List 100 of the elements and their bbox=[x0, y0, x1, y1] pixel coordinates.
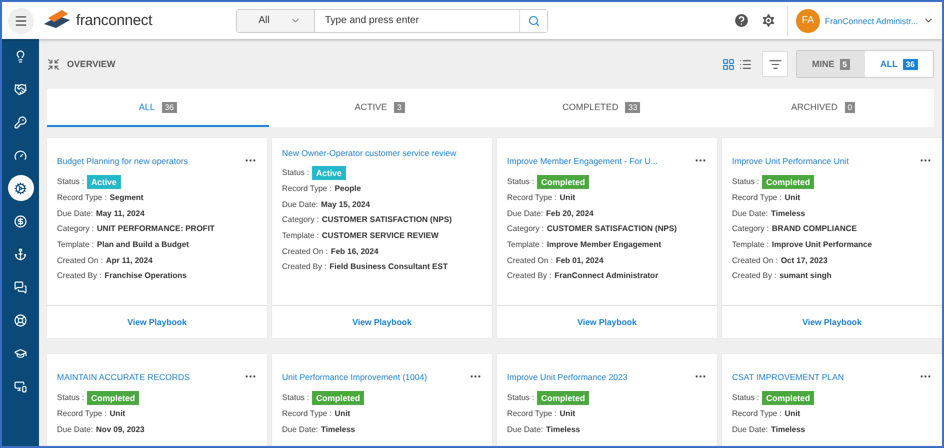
field-label: Created On : bbox=[282, 246, 328, 256]
page-title: OVERVIEW bbox=[67, 59, 116, 69]
field-value: Franchise Operations bbox=[104, 271, 187, 280]
list-view-icon[interactable] bbox=[737, 58, 754, 70]
status-tab[interactable]: COMPLETED 33 bbox=[490, 89, 712, 127]
scope-dropdown[interactable]: All bbox=[237, 10, 315, 32]
field-value: FranConnect Administrator bbox=[554, 271, 658, 280]
status-badge: Completed bbox=[537, 174, 590, 189]
field-value: Timeless bbox=[771, 208, 806, 218]
field-value: Feb 20, 2024 bbox=[546, 208, 594, 218]
status-badge: Active bbox=[312, 166, 346, 180]
gear-icon[interactable] bbox=[8, 175, 34, 201]
field-value: May 11, 2024 bbox=[96, 208, 145, 218]
field-value: BRAND COMPLIANCE bbox=[772, 224, 857, 234]
owner-toggle[interactable]: MINE 5 bbox=[797, 51, 865, 77]
field-label: Template : bbox=[507, 240, 544, 250]
field-value: Timeless bbox=[771, 424, 806, 434]
field-value: Feb 16, 2024 bbox=[330, 246, 378, 256]
field-value: People bbox=[334, 184, 361, 194]
logo-text: franconnect bbox=[76, 12, 152, 29]
field-label: Due Date: bbox=[507, 208, 544, 218]
field-label: Created On : bbox=[732, 256, 778, 265]
status-tab[interactable]: ACTIVE 3 bbox=[268, 89, 490, 127]
count-badge: 36 bbox=[902, 58, 918, 70]
playbook-title[interactable]: MAINTAIN ACCURATE RECORDS bbox=[57, 372, 190, 382]
settings-icon[interactable] bbox=[760, 12, 777, 29]
field-label: Created By : bbox=[57, 271, 102, 280]
field-label: Category : bbox=[282, 215, 319, 224]
help-icon[interactable] bbox=[732, 12, 750, 29]
field-value: Apr 11, 2024 bbox=[106, 256, 153, 265]
owner-toggle[interactable]: ALL 36 bbox=[865, 51, 933, 77]
status-badge: Active bbox=[87, 174, 121, 189]
field-label: Status : bbox=[732, 177, 760, 186]
field-value: Unit bbox=[334, 409, 350, 418]
field-value: CUSTOMER SERVICE REVIEW bbox=[322, 231, 439, 240]
view-playbook-link[interactable]: View Playbook bbox=[352, 317, 412, 327]
field-value: Unit bbox=[560, 193, 576, 202]
field-label: Record Type : bbox=[507, 193, 557, 202]
status-badge: Completed bbox=[87, 390, 140, 405]
field-label: Status : bbox=[507, 177, 534, 186]
field-value: Timeless bbox=[546, 424, 580, 434]
field-label: Status : bbox=[507, 393, 534, 402]
field-label: Due Date: bbox=[282, 424, 318, 434]
menu-button[interactable] bbox=[8, 8, 34, 34]
playbook-title[interactable]: CSAT IMPROVEMENT PLAN bbox=[732, 372, 844, 382]
field-label: Created By : bbox=[282, 262, 326, 272]
field-value: Improve Unit Performance bbox=[772, 240, 872, 250]
field-value: Unit bbox=[784, 409, 800, 418]
field-label: Due Date: bbox=[282, 200, 318, 209]
field-value: Oct 17, 2023 bbox=[780, 256, 828, 265]
search-button[interactable] bbox=[519, 10, 547, 32]
view-playbook-link[interactable]: View Playbook bbox=[127, 317, 187, 327]
collapse-icon[interactable] bbox=[47, 58, 60, 70]
field-value: Timeless bbox=[321, 424, 356, 434]
playbook-title[interactable]: New Owner-Operator customer service review bbox=[282, 148, 456, 158]
field-label: Due Date: bbox=[57, 208, 94, 218]
count-badge: 36 bbox=[162, 102, 177, 112]
status-tab[interactable]: ARCHIVED 0 bbox=[712, 89, 934, 127]
field-label: Template : bbox=[282, 231, 319, 240]
playbook-title[interactable]: Improve Unit Performance 2023 bbox=[507, 372, 628, 382]
search-field[interactable]: All Type and press enter bbox=[236, 8, 548, 32]
count-badge: 3 bbox=[394, 102, 405, 112]
field-label: Record Type : bbox=[282, 184, 332, 194]
filter-icon bbox=[768, 58, 782, 70]
field-label: Due Date: bbox=[57, 424, 94, 434]
playbook-title[interactable]: Budget Planning for new operators bbox=[57, 156, 188, 166]
playbook-title[interactable]: Unit Performance Improvement (1004) bbox=[282, 372, 428, 382]
field-label: Status : bbox=[732, 393, 760, 402]
field-label: Due Date: bbox=[507, 424, 544, 434]
field-label: Created On : bbox=[507, 256, 553, 265]
playbook-title[interactable]: Improve Unit Performance Unit bbox=[732, 156, 849, 166]
field-label: Status : bbox=[57, 177, 84, 186]
field-value: Nov 09, 2023 bbox=[96, 424, 145, 434]
field-value: Improve Member Engagement bbox=[546, 240, 662, 250]
field-value: sumant singh bbox=[779, 271, 832, 280]
playbook-title[interactable]: Improve Member Engagement - For U... bbox=[507, 156, 658, 166]
status-badge: Completed bbox=[537, 390, 590, 405]
grid-view-icon[interactable] bbox=[720, 58, 737, 70]
field-label: Created By : bbox=[732, 271, 776, 280]
user-menu[interactable]: FA FranConnect Administr... bbox=[786, 6, 934, 36]
field-label: Record Type : bbox=[57, 409, 107, 418]
field-label: Due Date: bbox=[732, 424, 768, 434]
field-value: CUSTOMER SATISFACTION (NPS) bbox=[322, 215, 452, 224]
view-playbook-link[interactable]: View Playbook bbox=[577, 317, 637, 327]
field-label: Status : bbox=[282, 393, 310, 402]
status-badge: Completed bbox=[312, 390, 364, 405]
user-avatar: FA bbox=[796, 8, 820, 32]
field-label: Category : bbox=[57, 224, 94, 234]
view-playbook-link[interactable]: View Playbook bbox=[802, 317, 862, 327]
field-value: Field Business Consultant EST bbox=[329, 262, 448, 272]
field-value: UNIT PERFORMANCE: PROFIT bbox=[96, 224, 215, 234]
count-badge: 33 bbox=[625, 102, 640, 112]
field-value: CUSTOMER SATISFACTION (NPS) bbox=[546, 224, 677, 234]
status-badge: Completed bbox=[762, 174, 814, 189]
field-label: Record Type : bbox=[282, 409, 332, 418]
field-label: Status : bbox=[282, 168, 310, 178]
filter-button[interactable] bbox=[762, 51, 788, 77]
status-tab[interactable]: ALL 36 bbox=[47, 89, 269, 127]
field-label: Due Date: bbox=[732, 208, 768, 218]
search-icon bbox=[528, 14, 540, 26]
